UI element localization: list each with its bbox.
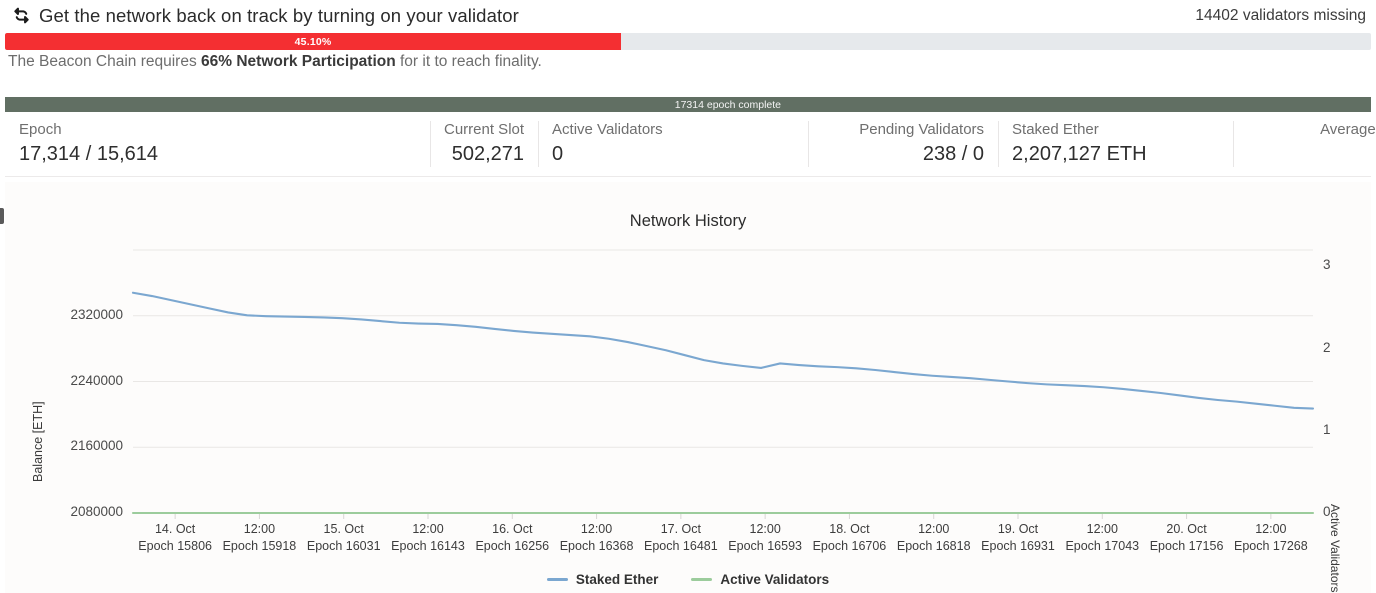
stat-epoch-value: 17,314 / 15,614: [19, 141, 416, 167]
y2-tick-label: 3: [1323, 257, 1331, 272]
legend-item-staked-ether[interactable]: Staked Ether: [547, 572, 659, 587]
alert-title: Get the network back on track by turning…: [39, 5, 519, 27]
y-tick-label: 2240000: [33, 373, 123, 388]
stat-staked-ether: Staked Ether 2,207,127 ETH: [998, 112, 1233, 176]
participation-progress-label: 45.10%: [295, 36, 332, 48]
subtitle-bold: 66% Network Participation: [201, 53, 396, 70]
stat-current-slot-label: Current Slot: [444, 120, 524, 140]
stat-staked-ether-value: 2,207,127 ETH: [1012, 141, 1219, 167]
stat-active-validators: Active Validators 0: [538, 112, 808, 176]
y-tick-label: 2160000: [33, 438, 123, 453]
network-stats-row: Epoch 17,314 / 15,614 Current Slot 502,2…: [5, 112, 1371, 177]
y-tick-label: 2080000: [33, 504, 123, 519]
y2-tick-label: 1: [1323, 422, 1331, 437]
stat-pending-validators-label: Pending Validators: [822, 120, 984, 140]
stat-active-validators-value: 0: [552, 141, 794, 167]
alert-header: Get the network back on track by turning…: [0, 0, 1376, 31]
stat-epoch-label: Epoch: [19, 120, 416, 140]
sidebar-toggle-handle[interactable]: [0, 208, 4, 224]
legend-label-staked-ether: Staked Ether: [576, 572, 659, 587]
legend-item-active-validators[interactable]: Active Validators: [691, 572, 829, 587]
stat-active-validators-label: Active Validators: [552, 120, 794, 140]
stat-average-balance-value: 0 ETH: [1247, 141, 1376, 167]
chart-legend: Staked Ether Active Validators: [5, 572, 1371, 587]
finality-subtitle: The Beacon Chain requires 66% Network Pa…: [8, 53, 1368, 71]
y2-tick-label: 0: [1323, 504, 1331, 519]
sync-icon: [10, 5, 32, 27]
legend-swatch-active-validators: [691, 578, 712, 581]
legend-label-active-validators: Active Validators: [720, 572, 829, 587]
stat-pending-validators: Pending Validators 238 / 0: [808, 112, 998, 176]
stat-current-slot-value: 502,271: [444, 141, 524, 167]
epoch-complete-bar: 17314 epoch complete: [5, 97, 1371, 112]
stat-staked-ether-label: Staked Ether: [1012, 120, 1219, 140]
validators-missing-count: 14402 validators missing: [1195, 7, 1366, 25]
legend-swatch-staked-ether: [547, 578, 568, 581]
stat-current-slot: Current Slot 502,271: [430, 112, 538, 176]
participation-progress-bar: 45.10%: [5, 33, 1371, 50]
x-tick-label: 12:00Epoch 17268: [1211, 521, 1331, 555]
subtitle-after: for it to reach finality.: [396, 53, 542, 70]
y2-tick-label: 2: [1323, 340, 1331, 355]
stat-pending-validators-value: 238 / 0: [822, 141, 984, 167]
beacon-chain-dashboard: Get the network back on track by turning…: [0, 0, 1376, 593]
subtitle-before: The Beacon Chain requires: [8, 53, 201, 70]
y-tick-label: 2320000: [33, 307, 123, 322]
participation-progress-fill: 45.10%: [5, 33, 621, 50]
stat-average-balance: Average Balance 0 ETH: [1233, 112, 1376, 176]
epoch-complete-label: 17314 epoch complete: [675, 99, 781, 111]
stat-average-balance-label: Average Balance: [1247, 120, 1376, 140]
stat-epoch: Epoch 17,314 / 15,614: [5, 112, 430, 176]
network-history-chart: Network History Balance [ETH] Active Val…: [5, 182, 1371, 593]
